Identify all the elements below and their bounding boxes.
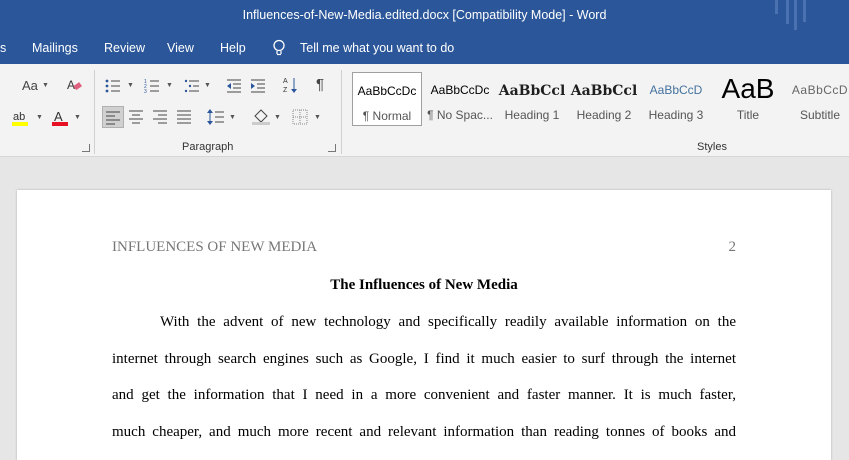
borders-icon[interactable] (292, 109, 308, 129)
chevron-down-icon[interactable]: ▼ (229, 110, 236, 126)
font-color-icon[interactable]: A (52, 109, 68, 131)
svg-text:ab: ab (13, 111, 25, 123)
body-line: much cheaper, and much more recent and r… (112, 424, 736, 440)
style-name: ¶ No Spac... (427, 108, 493, 122)
divider (94, 70, 95, 154)
style-subtitle[interactable]: AaBbCcD Subtitle (785, 72, 849, 126)
numbering-icon[interactable]: 123 (144, 78, 160, 98)
pilcrow-icon[interactable]: ¶ (316, 77, 324, 93)
style-name: ¶ Normal (362, 109, 412, 123)
tab-partial[interactable]: s (0, 41, 6, 55)
style-preview: AaBbCcD (791, 83, 849, 97)
tell-me-search[interactable]: Tell me what you want to do (300, 41, 454, 55)
style-title[interactable]: AaB Title (713, 72, 783, 126)
style-preview: AaBbCcl (570, 83, 638, 99)
title-bar-pattern (786, 0, 789, 24)
document-title: The Influences of New Media (330, 277, 518, 293)
svg-text:A: A (67, 78, 75, 92)
font-dialog-launcher[interactable] (82, 144, 90, 152)
style-preview: AaB (721, 74, 775, 104)
style-preview: AaBbCcDc (430, 83, 490, 97)
tab-review[interactable]: Review (104, 41, 145, 55)
tab-help[interactable]: Help (220, 41, 246, 55)
style-heading-3[interactable]: AaBbCcD Heading 3 (641, 72, 711, 126)
paragraph-group-label: Paragraph (182, 141, 234, 153)
running-header: INFLUENCES OF NEW MEDIA (112, 239, 318, 255)
chevron-down-icon[interactable]: ▼ (314, 110, 321, 126)
title-bar-pattern (803, 0, 806, 22)
chevron-down-icon[interactable]: ▼ (74, 110, 81, 126)
chevron-down-icon[interactable]: ▼ (204, 78, 211, 94)
style-name: Subtitle (799, 108, 841, 122)
title-bar: Influences-of-New-Media.edited.docx [Com… (0, 0, 849, 34)
chevron-down-icon[interactable]: ▼ (36, 110, 43, 126)
line-spacing-icon[interactable] (207, 109, 225, 129)
svg-text:A: A (54, 109, 63, 124)
svg-text:3: 3 (144, 89, 147, 94)
style-name: Title (736, 108, 760, 122)
bullets-icon[interactable] (105, 78, 121, 98)
style-heading-1[interactable]: AaBbCcl Heading 1 (497, 72, 567, 126)
divider (341, 70, 342, 154)
body-line: internet through search engines such as … (112, 351, 736, 367)
decrease-indent-icon[interactable] (226, 78, 242, 98)
chevron-down-icon[interactable]: ▼ (166, 78, 173, 94)
justify-icon[interactable] (176, 109, 192, 129)
ribbon-home: Aa ▼ A ab ▼ A ▼ ▼ 123 ▼ ▼ AZ ¶ ▼ ▼ ▼ Par… (0, 64, 849, 157)
tab-mailings[interactable]: Mailings (32, 41, 78, 55)
style-no-spacing[interactable]: AaBbCcDc ¶ No Spac... (425, 72, 495, 126)
title-bar-pattern (794, 0, 797, 30)
tab-view[interactable]: View (167, 41, 194, 55)
lightbulb-icon[interactable] (272, 39, 286, 60)
multilevel-list-icon[interactable] (184, 78, 200, 98)
styles-group-label: Styles (697, 141, 727, 153)
style-name: Heading 3 (648, 108, 704, 122)
align-left-icon[interactable] (102, 106, 124, 128)
style-name: Heading 2 (576, 108, 632, 122)
body-line: and get the information that I need in a… (112, 387, 736, 403)
clear-formatting-icon[interactable]: A (66, 77, 84, 97)
style-heading-2[interactable]: AaBbCcl Heading 2 (569, 72, 639, 126)
style-preview: AaBbCcDc (357, 84, 417, 98)
window-title: Influences-of-New-Media.edited.docx [Com… (242, 8, 607, 22)
highlight-icon[interactable]: ab (12, 109, 32, 131)
shading-icon[interactable] (252, 107, 270, 129)
style-normal[interactable]: AaBbCcDc ¶ Normal (352, 72, 422, 126)
sort-icon[interactable]: AZ (283, 76, 299, 98)
increase-indent-icon[interactable] (250, 78, 266, 98)
document-page[interactable]: INFLUENCES OF NEW MEDIA 2 The Influences… (17, 190, 831, 460)
body-line: With the advent of new technology and sp… (160, 314, 736, 330)
svg-text:A: A (283, 78, 288, 85)
chevron-down-icon[interactable]: ▼ (274, 110, 281, 126)
svg-text:Z: Z (283, 87, 288, 94)
align-right-icon[interactable] (152, 109, 168, 129)
paragraph-dialog-launcher[interactable] (328, 144, 336, 152)
style-name: Heading 1 (504, 108, 560, 122)
page-number: 2 (728, 239, 737, 255)
ribbon-tabs: s Mailings Review View Help Tell me what… (0, 34, 849, 64)
chevron-down-icon[interactable]: ▼ (42, 78, 49, 94)
title-bar-pattern (775, 0, 778, 14)
chevron-down-icon[interactable]: ▼ (127, 78, 134, 94)
style-preview: AaBbCcl (498, 83, 566, 99)
align-center-icon[interactable] (128, 109, 144, 129)
change-case-icon[interactable]: Aa (22, 78, 38, 94)
style-preview: AaBbCcD (649, 83, 703, 97)
